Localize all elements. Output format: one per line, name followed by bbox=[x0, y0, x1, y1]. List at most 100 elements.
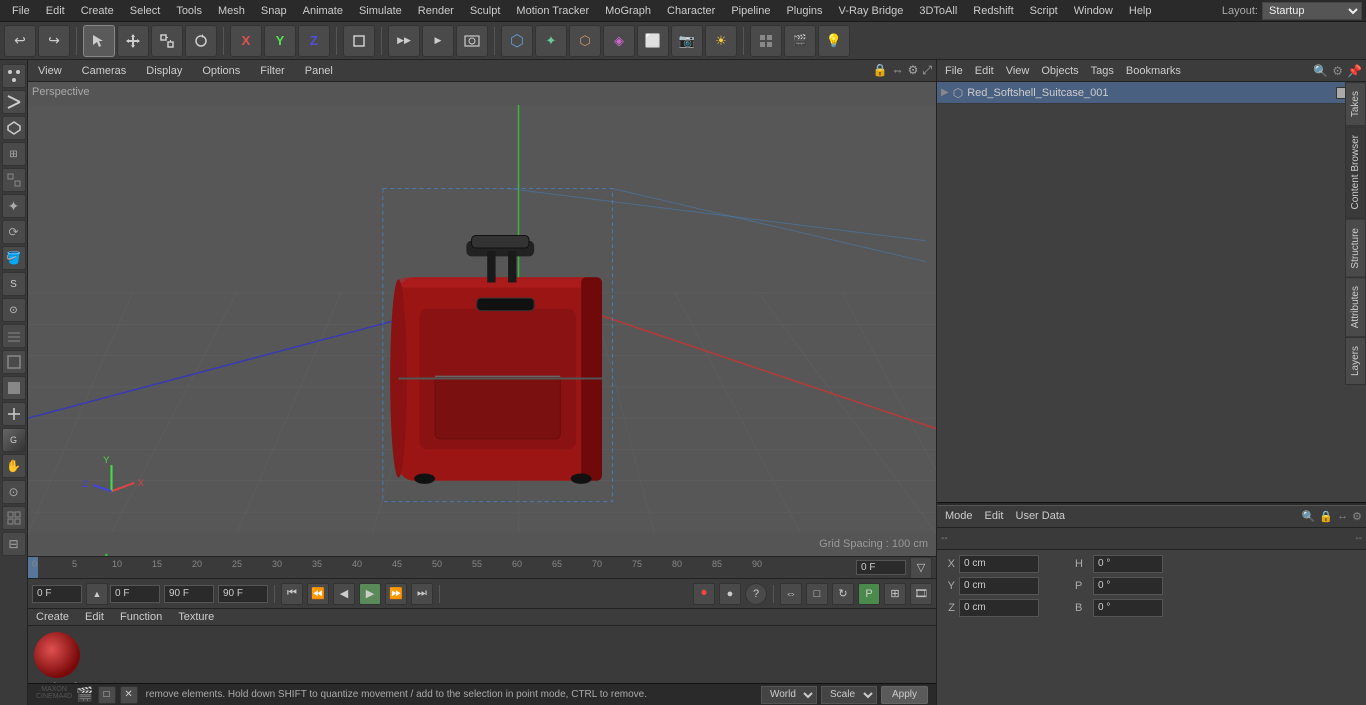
menu-animate[interactable]: Animate bbox=[295, 3, 351, 19]
axis-z-button[interactable]: Z bbox=[298, 25, 330, 57]
grid2-btn[interactable] bbox=[2, 506, 26, 530]
menu-mesh[interactable]: Mesh bbox=[210, 3, 253, 19]
display-mode-button[interactable] bbox=[750, 25, 782, 57]
timeline-track[interactable]: 0 5 10 15 20 25 30 35 40 45 50 55 60 65 … bbox=[28, 557, 852, 578]
scale-tool-button[interactable] bbox=[151, 25, 183, 57]
box-solid-button[interactable] bbox=[2, 376, 26, 400]
environment-button[interactable]: ⬜ bbox=[637, 25, 669, 57]
axis-y-button[interactable]: Y bbox=[264, 25, 296, 57]
box-btn[interactable]: □ bbox=[806, 583, 828, 605]
select-tool-button[interactable] bbox=[83, 25, 115, 57]
playback-preview-end[interactable] bbox=[218, 585, 268, 603]
om-menu-file[interactable]: File bbox=[941, 63, 967, 79]
coord-input-x[interactable] bbox=[959, 555, 1039, 573]
menu-snap[interactable]: Snap bbox=[253, 3, 295, 19]
menu-window[interactable]: Window bbox=[1066, 3, 1121, 19]
menu-3dtoall[interactable]: 3DToAll bbox=[911, 3, 965, 19]
render-to-picture[interactable] bbox=[456, 25, 488, 57]
search-icon[interactable]: 🔍 bbox=[1313, 64, 1328, 78]
light-button[interactable]: ☀ bbox=[705, 25, 737, 57]
attr-lock-icon[interactable]: 🔒 bbox=[1319, 510, 1333, 523]
object-row-suitcase[interactable]: ▶ ⬡ Red_Softshell_Suitcase_001 bbox=[937, 82, 1366, 104]
status-btn-2[interactable]: ✕ bbox=[120, 686, 138, 704]
camera-view-button[interactable]: 🎬 bbox=[784, 25, 816, 57]
coord-input-h[interactable] bbox=[1093, 555, 1163, 573]
object-list[interactable]: ▶ ⬡ Red_Softshell_Suitcase_001 bbox=[937, 82, 1366, 282]
viewport-menu-filter[interactable]: Filter bbox=[254, 63, 290, 79]
help-button[interactable]: ? bbox=[745, 583, 767, 605]
menu-render[interactable]: Render bbox=[410, 3, 462, 19]
menu-character[interactable]: Character bbox=[659, 3, 723, 19]
cube-object-button[interactable]: ⬡ bbox=[501, 25, 533, 57]
attr-menu-edit[interactable]: Edit bbox=[981, 508, 1008, 524]
menu-select[interactable]: Select bbox=[122, 3, 169, 19]
menu-sculpt[interactable]: Sculpt bbox=[462, 3, 509, 19]
viewport-menu-cameras[interactable]: Cameras bbox=[76, 63, 133, 79]
auto-key-button[interactable]: ● bbox=[719, 583, 741, 605]
coord-input-z[interactable] bbox=[959, 599, 1039, 617]
twist-button[interactable]: ⟳ bbox=[2, 220, 26, 244]
grid-pb-btn[interactable]: ⊞ bbox=[884, 583, 906, 605]
timeline-nav-button[interactable]: ▽ bbox=[910, 557, 932, 579]
p-btn[interactable]: P bbox=[858, 583, 880, 605]
snap-3d-button[interactable]: ✦ bbox=[2, 194, 26, 218]
viewport-menu-options[interactable]: Options bbox=[196, 63, 246, 79]
grid-button[interactable] bbox=[2, 324, 26, 348]
mat-menu-function[interactable]: Function bbox=[116, 609, 166, 625]
playback-end-frame[interactable] bbox=[164, 585, 214, 603]
grab-btn[interactable]: ✋ bbox=[2, 454, 26, 478]
render-region-button[interactable]: ▶▶ bbox=[388, 25, 420, 57]
record-button[interactable]: ⏺ bbox=[693, 583, 715, 605]
menu-tools[interactable]: Tools bbox=[168, 3, 210, 19]
apply-button[interactable]: Apply bbox=[881, 686, 928, 704]
flatten-btn[interactable]: ⊟ bbox=[2, 532, 26, 556]
menu-help[interactable]: Help bbox=[1121, 3, 1160, 19]
snap-workplane-button[interactable]: ⊞ bbox=[2, 142, 26, 166]
menu-simulate[interactable]: Simulate bbox=[351, 3, 410, 19]
om-menu-tags[interactable]: Tags bbox=[1087, 63, 1118, 79]
step-back-button[interactable]: ⏪ bbox=[307, 583, 329, 605]
attr-menu-userdata[interactable]: User Data bbox=[1012, 508, 1070, 524]
coord-input-b[interactable] bbox=[1093, 599, 1163, 617]
mode-edges-button[interactable] bbox=[2, 90, 26, 114]
object-mode-button[interactable] bbox=[343, 25, 375, 57]
move-tool-button[interactable] bbox=[117, 25, 149, 57]
viewport-icon-lock[interactable]: 🔒 bbox=[873, 63, 888, 78]
render-active-view[interactable]: ▶ bbox=[422, 25, 454, 57]
axis-btn[interactable] bbox=[2, 402, 26, 426]
playback-arrow-btn[interactable]: ▲ bbox=[86, 583, 108, 605]
world-dropdown[interactable]: World bbox=[761, 686, 817, 704]
snap-2d-button[interactable] bbox=[2, 168, 26, 192]
menu-mograph[interactable]: MoGraph bbox=[597, 3, 659, 19]
current-frame-display[interactable] bbox=[856, 560, 906, 575]
gradient-btn[interactable]: G bbox=[2, 428, 26, 452]
viewport-menu-view[interactable]: View bbox=[32, 63, 68, 79]
om-menu-edit[interactable]: Edit bbox=[971, 63, 998, 79]
mat-menu-edit[interactable]: Edit bbox=[81, 609, 108, 625]
nurbs-button[interactable]: ⬡ bbox=[569, 25, 601, 57]
box-mode-button[interactable] bbox=[2, 350, 26, 374]
viewport-menu-panel[interactable]: Panel bbox=[299, 63, 339, 79]
menu-edit[interactable]: Edit bbox=[38, 3, 73, 19]
menu-create[interactable]: Create bbox=[73, 3, 122, 19]
attr-settings-icon[interactable]: ⚙ bbox=[1352, 510, 1362, 523]
step-fwd-button[interactable]: ⏩ bbox=[385, 583, 407, 605]
mode-points-button[interactable] bbox=[2, 64, 26, 88]
om-menu-bookmarks[interactable]: Bookmarks bbox=[1122, 63, 1185, 79]
film-btn[interactable]: 🎞 bbox=[910, 583, 932, 605]
goto-end-button[interactable]: ⏭ bbox=[411, 583, 433, 605]
paint-bucket-button[interactable]: 🪣 bbox=[2, 246, 26, 270]
menu-script[interactable]: Script bbox=[1022, 3, 1066, 19]
tab-content-browser[interactable]: Content Browser bbox=[1345, 126, 1366, 218]
scale-dropdown[interactable]: Scale bbox=[821, 686, 877, 704]
menu-plugins[interactable]: Plugins bbox=[778, 3, 830, 19]
play-button[interactable]: ▶ bbox=[359, 583, 381, 605]
mat-menu-create[interactable]: Create bbox=[32, 609, 73, 625]
tab-structure[interactable]: Structure bbox=[1345, 219, 1366, 278]
viewport-icon-expand[interactable]: ⤢ bbox=[922, 63, 932, 78]
menu-file[interactable]: File bbox=[4, 3, 38, 19]
magnet-btn[interactable]: ⊙ bbox=[2, 480, 26, 504]
om-menu-view[interactable]: View bbox=[1002, 63, 1034, 79]
move-playback-button[interactable]: ⇔ bbox=[780, 583, 802, 605]
unknown-btn-2[interactable]: ⊙ bbox=[2, 298, 26, 322]
